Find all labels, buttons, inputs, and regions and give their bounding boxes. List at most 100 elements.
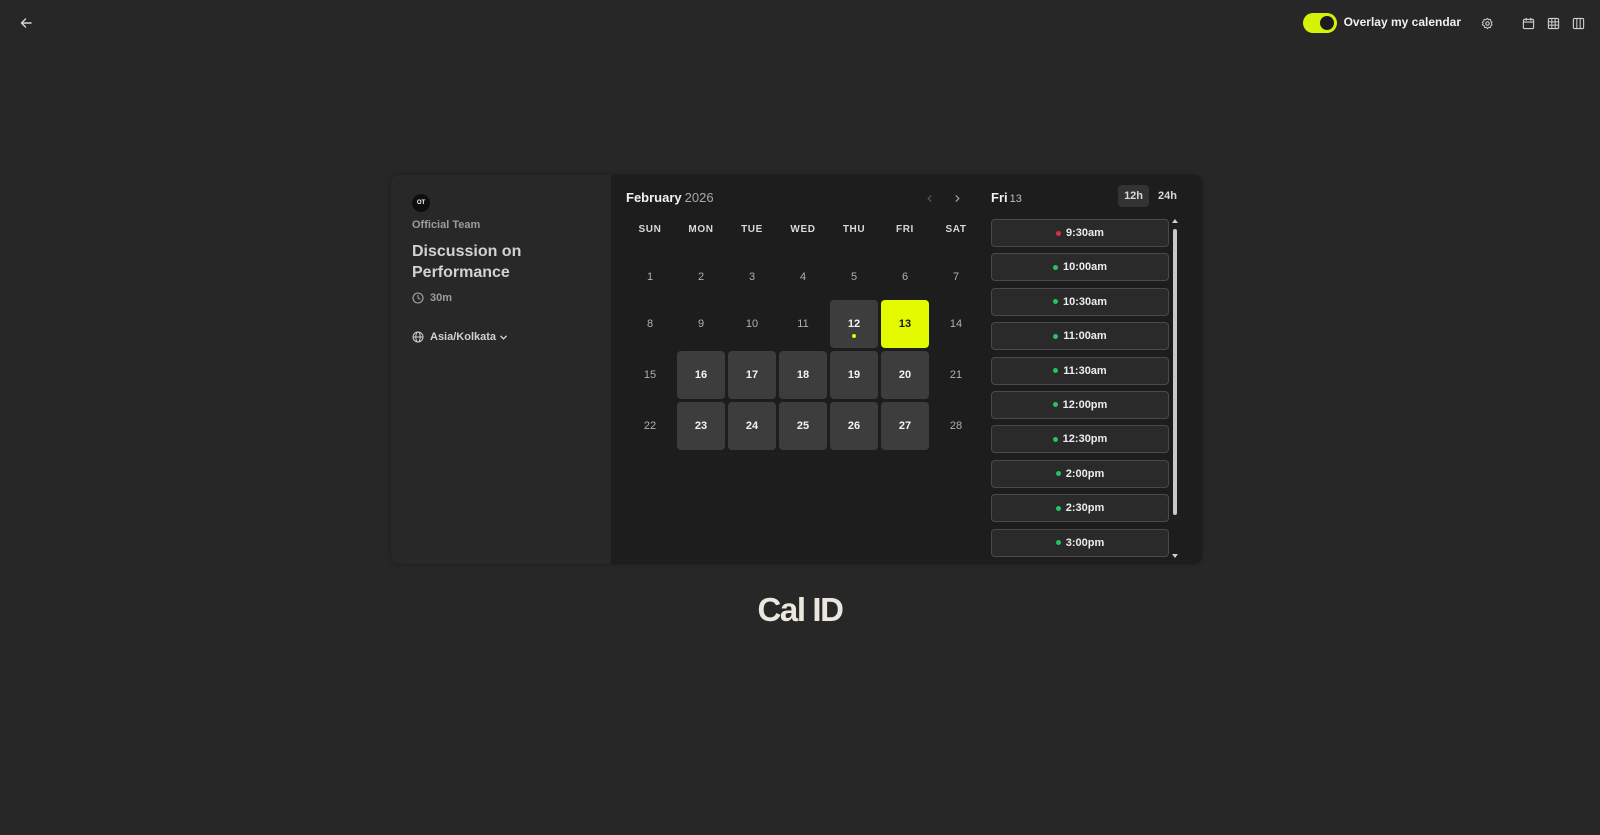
overlay-calendar-toggle[interactable] <box>1302 13 1337 33</box>
month-name: February <box>626 190 682 205</box>
time-slot-label: 11:30am <box>1063 364 1107 377</box>
scroll-up-arrow[interactable] <box>1172 219 1178 223</box>
day-unavailable: 6 <box>901 271 909 283</box>
day-available[interactable]: 18 <box>779 351 827 399</box>
event-info-panel: OT Official Team Discussion on Performan… <box>391 175 611 564</box>
time-slot-label: 11:00am <box>1063 330 1107 343</box>
time-slot-label: 2:00pm <box>1065 467 1105 480</box>
day-available[interactable]: 19 <box>830 351 878 399</box>
day-available[interactable]: 26 <box>830 402 878 450</box>
time-slot-button[interactable]: 12:00pm <box>991 390 1169 419</box>
time-slot-button[interactable]: 3:00pm <box>991 528 1169 557</box>
day-available[interactable]: 23 <box>677 402 725 450</box>
today-indicator <box>852 334 856 338</box>
day-available[interactable]: 25 <box>779 402 827 450</box>
time-slot-label: 2:30pm <box>1065 502 1105 515</box>
column-view-button[interactable] <box>1570 15 1586 31</box>
day-available[interactable]: 12 <box>830 300 878 348</box>
weekday-mon: MON <box>688 224 714 235</box>
selected-day-name: Fri <box>991 190 1008 205</box>
prev-month-button[interactable] <box>922 191 936 205</box>
days-grid: 8 9 10 11 12 13 14 15 16 17 18 19 20 21 22 23 24 25 26 27 28 <box>626 300 980 450</box>
day-selected[interactable]: 13 <box>881 300 929 348</box>
grid-icon <box>1547 17 1559 29</box>
day-available[interactable]: 27 <box>881 402 929 450</box>
availability-dot <box>1055 540 1061 546</box>
time-slot-button[interactable]: 11:30am <box>991 356 1169 385</box>
day-unavailable: 7 <box>952 271 960 283</box>
weekday-tue: TUE <box>741 224 763 235</box>
availability-dot <box>1052 436 1058 442</box>
day-available[interactable]: 16 <box>677 351 725 399</box>
format-24h-button[interactable]: 24h <box>1152 185 1183 207</box>
day-available[interactable]: 24 <box>728 402 776 450</box>
day-unavailable: 4 <box>799 271 807 283</box>
date-picker: February 2026 SUN MON TUE WED THU FRI SAT 12345… <box>611 175 991 564</box>
time-slot-label: 3:00pm <box>1065 536 1105 549</box>
selected-day-heading: Fri 13 <box>991 190 1022 205</box>
event-duration: 30m <box>412 292 452 304</box>
time-slot-button[interactable]: 2:30pm <box>991 494 1169 523</box>
chevron-right-icon <box>955 194 960 202</box>
chevron-down-icon <box>500 335 507 340</box>
day-available[interactable]: 17 <box>728 351 776 399</box>
settings-button[interactable] <box>1479 15 1495 31</box>
arrow-left-icon <box>20 18 32 28</box>
timezone-select[interactable]: Asia/Kolkata <box>412 331 508 343</box>
weekday-sun: SUN <box>638 224 662 235</box>
time-slots-panel: Fri 13 12h 24h 9:30am 10:00am 10:30am 11:00a… <box>991 175 1202 564</box>
month-heading: February 2026 <box>626 190 714 205</box>
slot-list: 9:30am 10:00am 10:30am 11:00am 11:30am 12:00p… <box>991 219 1169 563</box>
availability-dot <box>1052 264 1058 270</box>
back-button[interactable] <box>18 15 34 31</box>
time-slot-label: 9:30am <box>1066 227 1104 239</box>
month-view-button[interactable] <box>1520 15 1536 31</box>
brand-logo: Cal ID <box>757 591 844 628</box>
event-title: Discussion on Performance <box>412 243 522 281</box>
time-slot-label: 12:30pm <box>1062 433 1108 446</box>
clock-icon <box>412 292 424 304</box>
overlay-calendar-label: Overlay my calendar <box>1343 15 1461 29</box>
columns-icon <box>1572 17 1584 29</box>
scroll-down-arrow[interactable] <box>1172 554 1178 558</box>
day-unavailable: 10 <box>745 318 759 330</box>
day-unavailable: 22 <box>643 420 657 432</box>
week-view-button[interactable] <box>1545 15 1561 31</box>
scroll-thumb[interactable] <box>1173 229 1177 515</box>
time-slot-button[interactable]: 10:30am <box>991 287 1169 316</box>
availability-dot <box>1052 299 1058 305</box>
time-slot-button[interactable]: 9:30am <box>991 219 1169 247</box>
time-slot-button[interactable]: 10:00am <box>991 253 1169 282</box>
booking-card: OT Official Team Discussion on Performan… <box>391 175 1202 564</box>
availability-dot <box>1052 402 1058 408</box>
availability-dot <box>1053 368 1059 374</box>
gear-icon <box>1481 17 1493 29</box>
avatar: OT <box>412 194 430 212</box>
day-unavailable: 3 <box>748 271 756 283</box>
month-year: 2026 <box>684 190 714 205</box>
time-slot-button[interactable]: 2:00pm <box>991 459 1169 488</box>
format-12h-button[interactable]: 12h <box>1118 185 1150 207</box>
day-unavailable: 11 <box>797 318 809 330</box>
week-row: 1 2 3 4 5 6 7 <box>626 253 980 301</box>
time-slot-button[interactable]: 11:00am <box>991 322 1169 351</box>
selected-day-number: 13 <box>1009 193 1022 205</box>
day-unavailable: 8 <box>646 318 654 330</box>
calendar-icon <box>1522 17 1534 29</box>
weekday-thu: THU <box>842 224 866 235</box>
weekday-wed: WED <box>790 224 816 235</box>
day-available[interactable]: 20 <box>881 351 929 399</box>
day-unavailable: 28 <box>949 420 963 432</box>
slots-scrollbar[interactable] <box>1172 219 1178 564</box>
availability-dot <box>1055 471 1061 477</box>
next-month-button[interactable] <box>950 191 964 205</box>
duration-label: 30m <box>430 292 453 304</box>
time-format-toggle: 12h 24h <box>1115 185 1183 207</box>
day-unavailable: 15 <box>643 369 657 381</box>
day-unavailable: 1 <box>646 271 654 283</box>
weekday-fri: FRI <box>896 224 914 235</box>
topbar-controls: Overlay my calendar <box>1302 12 1586 34</box>
time-slot-button[interactable]: 12:30pm <box>991 425 1169 454</box>
time-slot-label: 10:30am <box>1062 295 1108 308</box>
weekday-sat: SAT <box>945 224 967 235</box>
